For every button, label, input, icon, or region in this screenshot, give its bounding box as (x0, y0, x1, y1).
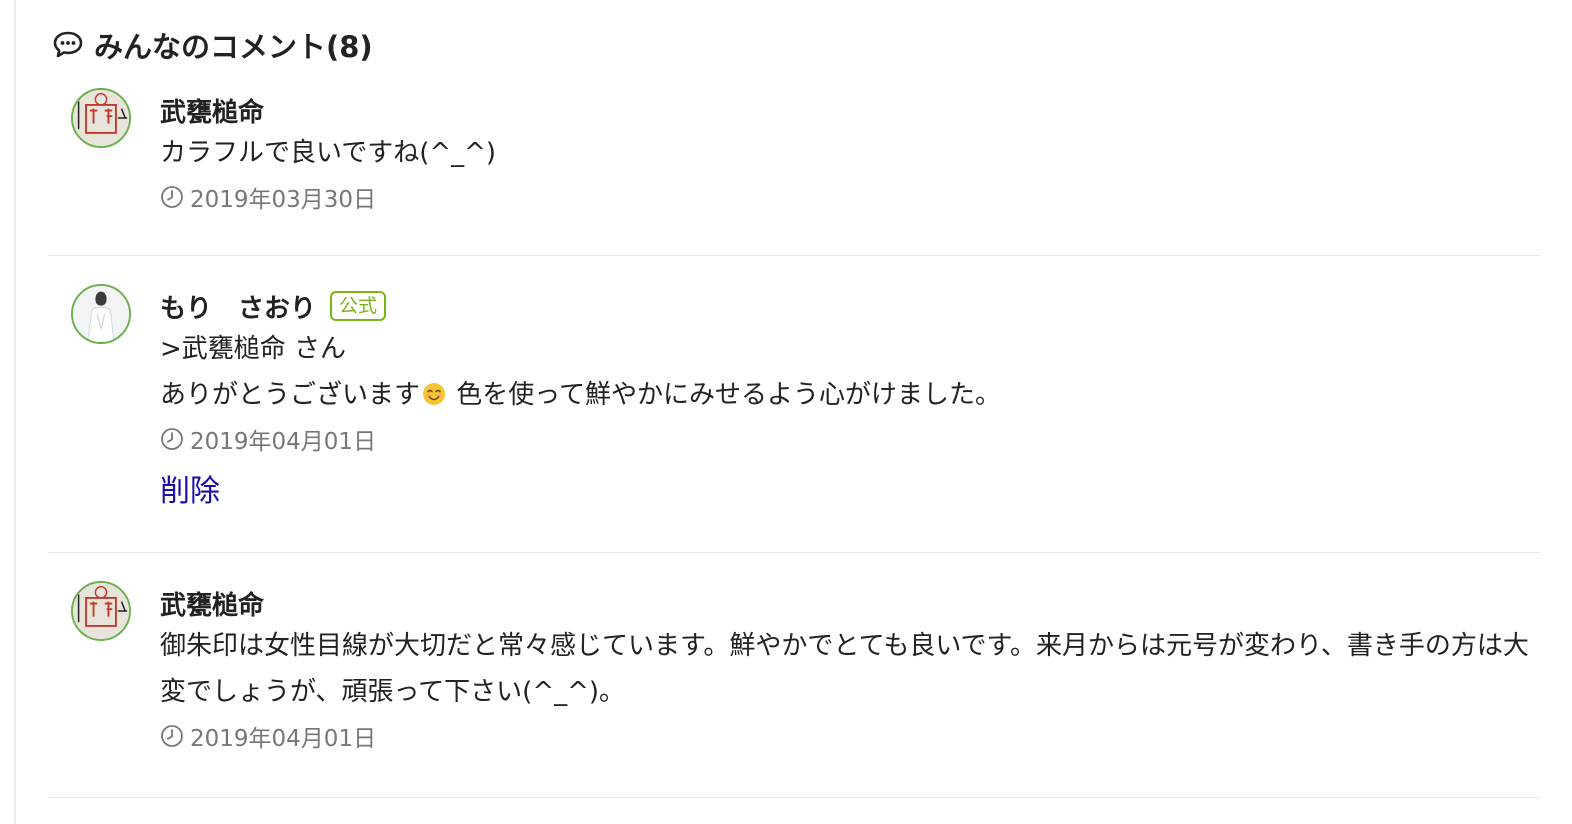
date-text: 2019年04月01日 (190, 429, 377, 455)
author-row: 武甕槌命 (160, 92, 1530, 128)
comment-body: 武甕槌命 カラフルで良いですね(^_^) 2019年03月30日 (160, 92, 1530, 214)
comments-page: みんなのコメント(8) 武甕槌命 カラフルで良いですね(^_^) 2019年03… (0, 0, 1572, 824)
comment-body: もり さおり 公式 >武甕槌命 さん ありがとうございます 色を使って鮮やかにみ… (160, 288, 1530, 510)
comments-title: みんなのコメント(8) (94, 30, 373, 64)
comment-date: 2019年03月30日 (160, 182, 1530, 213)
comment-date: 2019年04月01日 (160, 721, 1530, 752)
comment-list: 武甕槌命 カラフルで良いですね(^_^) 2019年03月30日 もり さおり … (48, 84, 1540, 798)
comment-date: 2019年04月01日 (160, 424, 1530, 455)
comment-line: >武甕槌命 さん (160, 334, 347, 364)
smiling-face-emoji (423, 383, 446, 405)
comment-item: 武甕槌命 御朱印は女性目線が大切だと常々感じています。鮮やかでとても良いです。来… (48, 553, 1540, 798)
delete-link[interactable]: 削除 (160, 466, 220, 510)
comment-item: 武甕槌命 カラフルで良いですね(^_^) 2019年03月30日 (48, 84, 1540, 256)
author-name[interactable]: 武甕槌命 (160, 92, 264, 129)
date-text: 2019年04月01日 (190, 726, 377, 752)
comments-header: みんなのコメント(8) (52, 24, 373, 66)
comment-body: 武甕槌命 御朱印は女性目線が大切だと常々感じています。鮮やかでとても良いです。来… (160, 585, 1530, 753)
author-row: もり さおり 公式 (160, 288, 1530, 324)
comment-line: ありがとうございます 色を使って鮮やかにみせるよう心がけました。 (160, 372, 1530, 418)
left-divider (14, 0, 16, 824)
shrine-seal-avatar (71, 581, 131, 641)
person-photo-avatar (71, 284, 131, 344)
speech-bubble-icon (53, 31, 83, 58)
comment-text: カラフルで良いですね(^_^) (160, 138, 497, 168)
date-text: 2019年03月30日 (190, 187, 377, 213)
author-name[interactable]: もり さおり (160, 288, 316, 325)
clock-icon (161, 186, 183, 208)
author-name[interactable]: 武甕槌命 (160, 585, 264, 622)
comment-item: もり さおり 公式 >武甕槌命 さん ありがとうございます 色を使って鮮やかにみ… (48, 256, 1540, 553)
clock-icon (161, 428, 183, 450)
comment-text: >武甕槌命 さん ありがとうございます 色を使って鮮やかにみせるよう心がけました… (160, 326, 1530, 418)
comment-line-text: 色を使って鮮やかにみせるよう心がけました。 (448, 380, 1001, 410)
author-row: 武甕槌命 (160, 585, 1530, 621)
comment-line-text: ありがとうございます (160, 380, 421, 410)
clock-icon (161, 725, 183, 747)
official-badge: 公式 (330, 291, 387, 321)
comment-text: 御朱印は女性目線が大切だと常々感じています。鮮やかでとても良いです。来月からは元… (160, 631, 1529, 707)
shrine-seal-avatar (71, 88, 131, 148)
